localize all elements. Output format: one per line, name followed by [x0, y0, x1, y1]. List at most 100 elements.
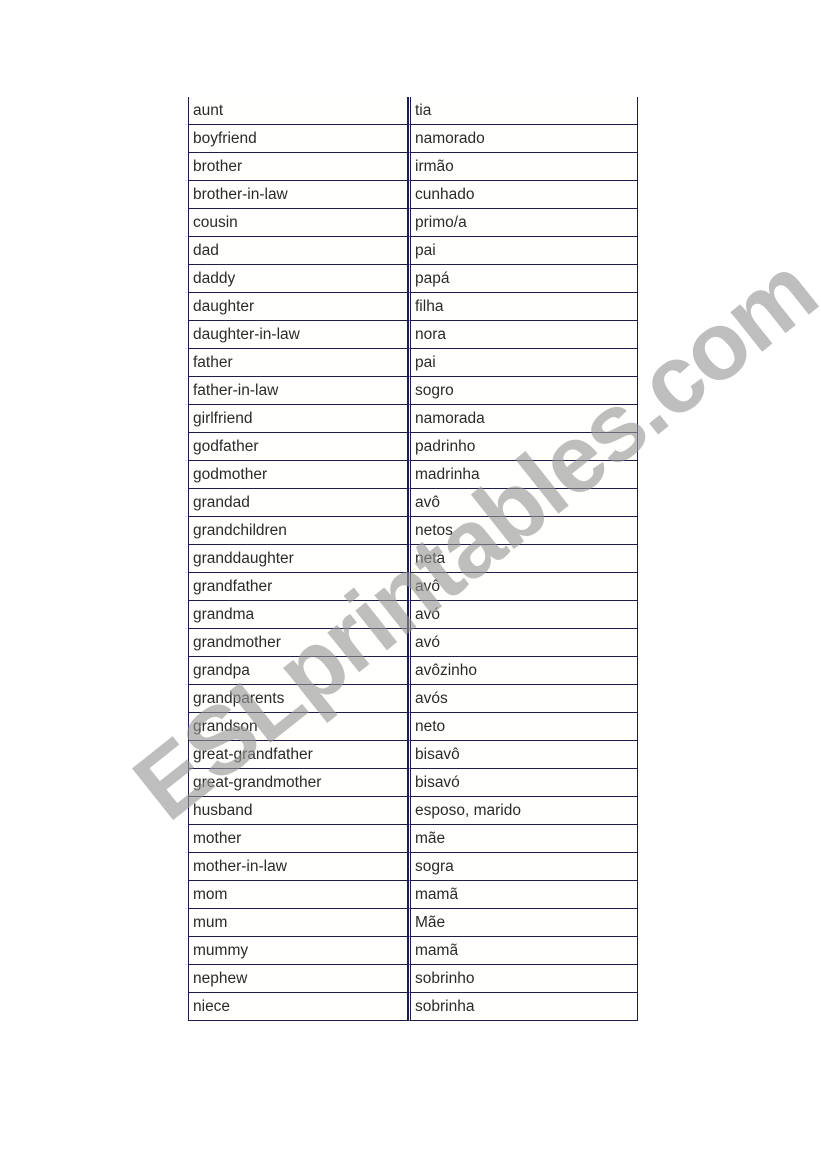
table-row: father pai	[188, 349, 638, 377]
table-row: grandfather avô	[188, 573, 638, 601]
portuguese-translation-cell: bisavó	[408, 769, 638, 797]
english-term-cell: mother-in-law	[188, 853, 408, 881]
english-term-cell: granddaughter	[188, 545, 408, 573]
table-row: godmother madrinha	[188, 461, 638, 489]
english-term-cell: great-grandfather	[188, 741, 408, 769]
table-row: nephew sobrinho	[188, 965, 638, 993]
table-row: boyfriend namorado	[188, 125, 638, 153]
english-term-cell: godmother	[188, 461, 408, 489]
english-term-cell: godfather	[188, 433, 408, 461]
english-term-cell: grandad	[188, 489, 408, 517]
table-row: mom mamã	[188, 881, 638, 909]
portuguese-translation-cell: filha	[408, 293, 638, 321]
portuguese-translation-cell: sogra	[408, 853, 638, 881]
table-row: great-grandmother bisavó	[188, 769, 638, 797]
table-row: aunt tia	[188, 97, 638, 125]
english-term-cell: daughter-in-law	[188, 321, 408, 349]
table-row: niece sobrinha	[188, 993, 638, 1021]
table-row: grandma avó	[188, 601, 638, 629]
table-row: grandparents avós	[188, 685, 638, 713]
english-term-cell: grandmother	[188, 629, 408, 657]
vocabulary-table-body: aunt tia boyfriend namorado brother irmão brot…	[188, 97, 638, 1021]
english-term-cell: brother	[188, 153, 408, 181]
portuguese-translation-cell: sobrinho	[408, 965, 638, 993]
table-row: girlfriend namorada	[188, 405, 638, 433]
portuguese-translation-cell: pai	[408, 237, 638, 265]
portuguese-translation-cell: mamã	[408, 881, 638, 909]
table-row: daughter filha	[188, 293, 638, 321]
english-term-cell: husband	[188, 797, 408, 825]
english-term-cell: cousin	[188, 209, 408, 237]
portuguese-translation-cell: nora	[408, 321, 638, 349]
english-term-cell: grandson	[188, 713, 408, 741]
table-row: cousin primo/a	[188, 209, 638, 237]
portuguese-translation-cell: Mãe	[408, 909, 638, 937]
table-row: godfather padrinho	[188, 433, 638, 461]
table-row: grandson neto	[188, 713, 638, 741]
english-term-cell: grandpa	[188, 657, 408, 685]
portuguese-translation-cell: mamã	[408, 937, 638, 965]
portuguese-translation-cell: avó	[408, 629, 638, 657]
english-term-cell: daughter	[188, 293, 408, 321]
portuguese-translation-cell: esposo, marido	[408, 797, 638, 825]
english-term-cell: girlfriend	[188, 405, 408, 433]
portuguese-translation-cell: avô	[408, 489, 638, 517]
table-row: mother-in-law sogra	[188, 853, 638, 881]
table-row: mother mãe	[188, 825, 638, 853]
portuguese-translation-cell: tia	[408, 97, 638, 125]
table-row: grandad avô	[188, 489, 638, 517]
english-term-cell: grandma	[188, 601, 408, 629]
portuguese-translation-cell: netos	[408, 517, 638, 545]
table-row: father-in-law sogro	[188, 377, 638, 405]
english-term-cell: aunt	[188, 97, 408, 125]
portuguese-translation-cell: bisavô	[408, 741, 638, 769]
portuguese-translation-cell: avó	[408, 601, 638, 629]
table-row: mummy mamã	[188, 937, 638, 965]
portuguese-translation-cell: papá	[408, 265, 638, 293]
table-row: great-grandfather bisavô	[188, 741, 638, 769]
table-row: daddy papá	[188, 265, 638, 293]
english-term-cell: boyfriend	[188, 125, 408, 153]
table-row: dad pai	[188, 237, 638, 265]
portuguese-translation-cell: namorado	[408, 125, 638, 153]
english-term-cell: dad	[188, 237, 408, 265]
portuguese-translation-cell: cunhado	[408, 181, 638, 209]
english-term-cell: father	[188, 349, 408, 377]
english-term-cell: grandparents	[188, 685, 408, 713]
table-row: daughter-in-law nora	[188, 321, 638, 349]
portuguese-translation-cell: neto	[408, 713, 638, 741]
english-term-cell: father-in-law	[188, 377, 408, 405]
english-term-cell: niece	[188, 993, 408, 1021]
table-row: brother-in-law cunhado	[188, 181, 638, 209]
portuguese-translation-cell: pai	[408, 349, 638, 377]
english-term-cell: mom	[188, 881, 408, 909]
table-row: granddaughter neta	[188, 545, 638, 573]
english-term-cell: great-grandmother	[188, 769, 408, 797]
portuguese-translation-cell: namorada	[408, 405, 638, 433]
english-term-cell: daddy	[188, 265, 408, 293]
table-row: grandpa avôzinho	[188, 657, 638, 685]
english-term-cell: mummy	[188, 937, 408, 965]
english-term-cell: mum	[188, 909, 408, 937]
english-term-cell: grandfather	[188, 573, 408, 601]
worksheet-page: aunt tia boyfriend namorado brother irmão brot…	[0, 0, 821, 1169]
portuguese-translation-cell: primo/a	[408, 209, 638, 237]
portuguese-translation-cell: avós	[408, 685, 638, 713]
portuguese-translation-cell: padrinho	[408, 433, 638, 461]
vocabulary-table: aunt tia boyfriend namorado brother irmão brot…	[188, 97, 638, 1021]
portuguese-translation-cell: madrinha	[408, 461, 638, 489]
table-row: mum Mãe	[188, 909, 638, 937]
portuguese-translation-cell: irmão	[408, 153, 638, 181]
portuguese-translation-cell: neta	[408, 545, 638, 573]
english-term-cell: mother	[188, 825, 408, 853]
portuguese-translation-cell: avô	[408, 573, 638, 601]
table-row: brother irmão	[188, 153, 638, 181]
table-row: grandchildren netos	[188, 517, 638, 545]
english-term-cell: nephew	[188, 965, 408, 993]
table-row: grandmother avó	[188, 629, 638, 657]
table-row: husband esposo, marido	[188, 797, 638, 825]
portuguese-translation-cell: sobrinha	[408, 993, 638, 1021]
english-term-cell: brother-in-law	[188, 181, 408, 209]
portuguese-translation-cell: avôzinho	[408, 657, 638, 685]
portuguese-translation-cell: sogro	[408, 377, 638, 405]
